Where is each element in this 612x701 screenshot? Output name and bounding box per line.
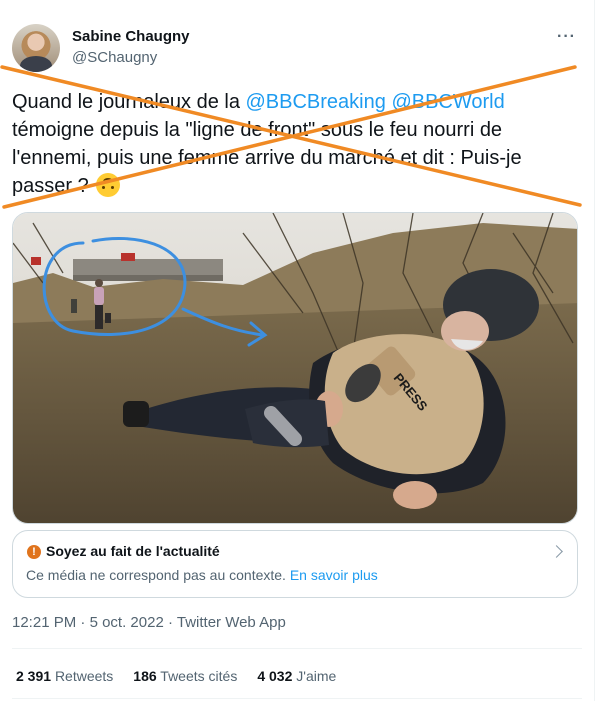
tweet-stats: 2 391 Retweets 186 Tweets cités 4 032 J'ai… [16,668,356,684]
author-handle[interactable]: @SChaugny [72,49,157,66]
mention-bbcbreaking[interactable]: @BBCBreaking [246,91,386,113]
context-notice[interactable]: ! Soyez au fait de l'actualité Ce média … [12,530,578,598]
avatar[interactable] [12,24,60,72]
author-name[interactable]: Sabine Chaugny [72,28,190,45]
tweet-date[interactable]: 5 oct. 2022 [90,614,164,631]
media-photo: PRESS [13,213,577,523]
tweet-source: Twitter Web App [176,614,286,631]
tweet-meta: 12:21 PM · 5 oct. 2022 · Twitter Web App [12,614,286,631]
tweet-text: Quand le journaleux de la @BBCBreaking @… [12,88,577,200]
quote-tweets-stat[interactable]: 186 Tweets cités [133,668,237,684]
likes-stat[interactable]: 4 032 J'aime [257,668,336,684]
tweet-header: Sabine Chaugny @SChaugny ··· [12,24,582,72]
more-options-icon[interactable]: ··· [557,28,576,46]
chevron-right-icon [550,545,563,558]
divider [12,648,582,649]
mention-bbcworld[interactable]: @BBCWorld [391,91,504,113]
tweet-card: Sabine Chaugny @SChaugny ··· Quand le jo… [0,0,595,701]
tweet-text-part1: Quand le journaleux de la [12,91,246,113]
tweet-media-image[interactable]: PRESS [12,212,578,524]
alert-circle-icon: ! [27,545,41,559]
upside-down-face-icon [96,173,121,197]
tweet-time[interactable]: 12:21 PM [12,614,76,631]
divider [12,698,582,699]
notice-body-text: Ce média ne correspond pas au contexte. [26,567,286,583]
learn-more-link[interactable]: En savoir plus [290,567,378,583]
notice-title: Soyez au fait de l'actualité [46,543,220,559]
retweets-stat[interactable]: 2 391 Retweets [16,668,113,684]
notice-body: Ce média ne correspond pas au contexte. … [26,567,378,583]
tweet-text-part2: témoigne depuis la "ligne de front" sous… [12,119,522,197]
